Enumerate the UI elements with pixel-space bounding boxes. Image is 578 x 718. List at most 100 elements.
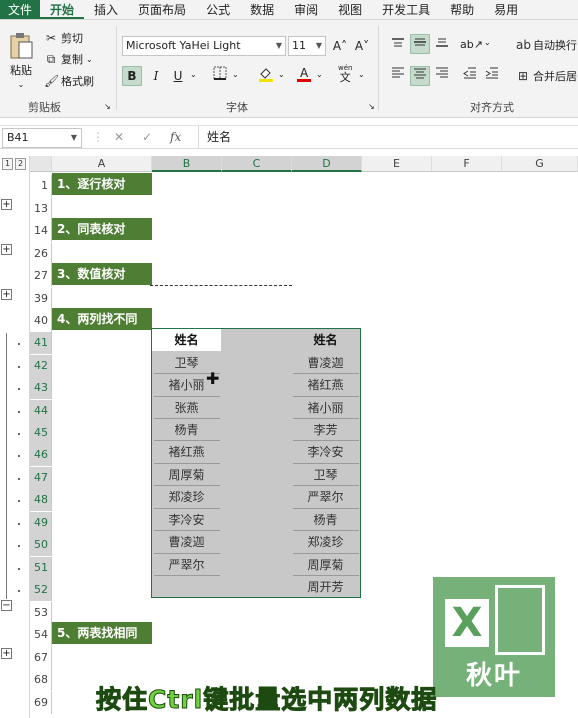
tab-data[interactable]: 数据: [240, 0, 284, 19]
section-header[interactable]: 4、两列找不同: [52, 308, 152, 330]
row-header[interactable]: 46: [30, 444, 52, 466]
grow-font-button[interactable]: A˄: [330, 36, 350, 56]
row-header[interactable]: 41: [30, 332, 52, 354]
tab-developer[interactable]: 开发工具: [372, 0, 440, 19]
clipboard-launcher-icon[interactable]: ↘: [104, 102, 111, 111]
tab-insert[interactable]: 插入: [84, 0, 128, 19]
column-header-a[interactable]: A: [52, 156, 152, 172]
row-header[interactable]: 1: [30, 175, 52, 197]
expand-group-button[interactable]: +: [1, 199, 12, 210]
tab-easy[interactable]: 易用: [484, 0, 528, 19]
expand-group-button[interactable]: +: [1, 244, 12, 255]
cell-b[interactable]: 曹凌迦: [152, 531, 221, 553]
row-header[interactable]: 14: [30, 220, 52, 242]
row-header[interactable]: 51: [30, 557, 52, 579]
section-header[interactable]: 2、同表核对: [52, 218, 152, 240]
formula-input[interactable]: 姓名: [198, 126, 578, 148]
align-left-button[interactable]: [388, 66, 408, 86]
row-header[interactable]: 67: [30, 647, 52, 669]
section-header[interactable]: 1、逐行核对: [52, 173, 152, 195]
align-middle-button[interactable]: [410, 34, 430, 54]
collapse-group-button[interactable]: −: [1, 600, 12, 611]
align-top-button[interactable]: [388, 34, 408, 54]
font-launcher-icon[interactable]: ↘: [368, 102, 375, 111]
italic-button[interactable]: I: [146, 66, 166, 86]
cell-b[interactable]: 褚红燕: [152, 441, 221, 463]
paste-button[interactable]: 粘贴 ⌄: [8, 32, 34, 89]
cell-d[interactable]: 褚小丽: [291, 397, 360, 419]
tab-help[interactable]: 帮助: [440, 0, 484, 19]
row-header[interactable]: 68: [30, 669, 52, 691]
name-box[interactable]: B41 ▼: [2, 128, 82, 148]
cell-d[interactable]: 郑凌珍: [291, 531, 360, 553]
cell-d[interactable]: 李芳: [291, 419, 360, 441]
copy-dropdown-icon[interactable]: ⌄: [86, 55, 93, 64]
orientation-button[interactable]: ab↗: [460, 34, 483, 54]
fill-color-button[interactable]: [256, 66, 276, 86]
copy-button[interactable]: ⧉ 复制 ⌄: [44, 51, 93, 67]
row-header[interactable]: 47: [30, 467, 52, 489]
row-header[interactable]: 50: [30, 534, 52, 556]
cell-d[interactable]: 周开芳: [291, 576, 360, 598]
align-center-button[interactable]: [410, 66, 430, 86]
tab-home[interactable]: 开始: [40, 0, 85, 19]
cell-d[interactable]: 杨青: [291, 509, 360, 531]
column-header-c[interactable]: C: [222, 156, 292, 172]
borders-dropdown-icon[interactable]: ⌄: [232, 70, 239, 79]
borders-button[interactable]: [210, 66, 230, 86]
outline-level-1-button[interactable]: 1: [2, 158, 13, 170]
cell-b[interactable]: 张燕: [152, 397, 221, 419]
cell-d[interactable]: 卫琴: [291, 464, 360, 486]
row-header[interactable]: 43: [30, 377, 52, 399]
tab-file[interactable]: 文件: [0, 0, 41, 19]
row-header[interactable]: 26: [30, 243, 52, 265]
font-color-button[interactable]: A: [294, 66, 314, 86]
enter-icon[interactable]: ✓: [142, 130, 152, 144]
orientation-dropdown-icon[interactable]: ⌄: [484, 38, 491, 47]
row-header[interactable]: 42: [30, 355, 52, 377]
column-header-e[interactable]: E: [362, 156, 432, 172]
merge-center-button[interactable]: ⊞ 合并后居: [516, 68, 577, 84]
row-header[interactable]: 40: [30, 310, 52, 332]
font-size-select[interactable]: 11 ▼: [288, 36, 326, 56]
row-header[interactable]: 69: [30, 692, 52, 714]
fill-dropdown-icon[interactable]: ⌄: [278, 70, 285, 79]
row-header[interactable]: 45: [30, 422, 52, 444]
cell-b[interactable]: 郑凌珍: [152, 486, 221, 508]
row-header[interactable]: 48: [30, 489, 52, 511]
row-header[interactable]: 52: [30, 579, 52, 601]
shrink-font-button[interactable]: A˅: [352, 36, 372, 56]
cell-d[interactable]: 褚红燕: [291, 374, 360, 396]
tab-view[interactable]: 视图: [328, 0, 372, 19]
cancel-icon[interactable]: ✕: [114, 130, 124, 144]
phonetic-button[interactable]: wén 文: [338, 64, 352, 83]
expand-group-button[interactable]: +: [1, 648, 12, 659]
outline-level-2-button[interactable]: 2: [15, 158, 26, 170]
cut-button[interactable]: ✂ 剪切: [44, 30, 83, 46]
column-header-f[interactable]: F: [432, 156, 502, 172]
font-name-select[interactable]: Microsoft YaHei Light ▼: [122, 36, 286, 56]
phonetic-dropdown-icon[interactable]: ⌄: [358, 70, 365, 79]
row-header[interactable]: 39: [30, 288, 52, 310]
select-all-corner[interactable]: [30, 156, 52, 172]
row-header[interactable]: 49: [30, 512, 52, 534]
cell-b[interactable]: 李冷安: [152, 509, 221, 531]
font-color-dropdown-icon[interactable]: ⌄: [316, 70, 323, 79]
column-header-b[interactable]: B: [152, 156, 222, 172]
wrap-text-button[interactable]: ab 自动换行: [516, 37, 577, 53]
cell-b[interactable]: 严翠尔: [152, 554, 221, 576]
align-bottom-button[interactable]: [432, 34, 452, 54]
tab-page-layout[interactable]: 页面布局: [128, 0, 196, 19]
section-header[interactable]: 5、两表找相同: [52, 622, 152, 644]
tab-formulas[interactable]: 公式: [196, 0, 240, 19]
align-right-button[interactable]: [432, 66, 452, 86]
format-painter-button[interactable]: 🖌 格式刷: [44, 73, 94, 89]
column-header-d[interactable]: D: [292, 156, 362, 172]
cell-d[interactable]: 周厚菊: [291, 554, 360, 576]
row-header[interactable]: 54: [30, 624, 52, 646]
underline-button[interactable]: U: [168, 66, 188, 86]
decrease-indent-button[interactable]: [460, 66, 480, 86]
paste-dropdown-icon[interactable]: ⌄: [18, 80, 25, 89]
insert-function-button[interactable]: fx: [170, 130, 181, 144]
tab-review[interactable]: 审阅: [284, 0, 328, 19]
